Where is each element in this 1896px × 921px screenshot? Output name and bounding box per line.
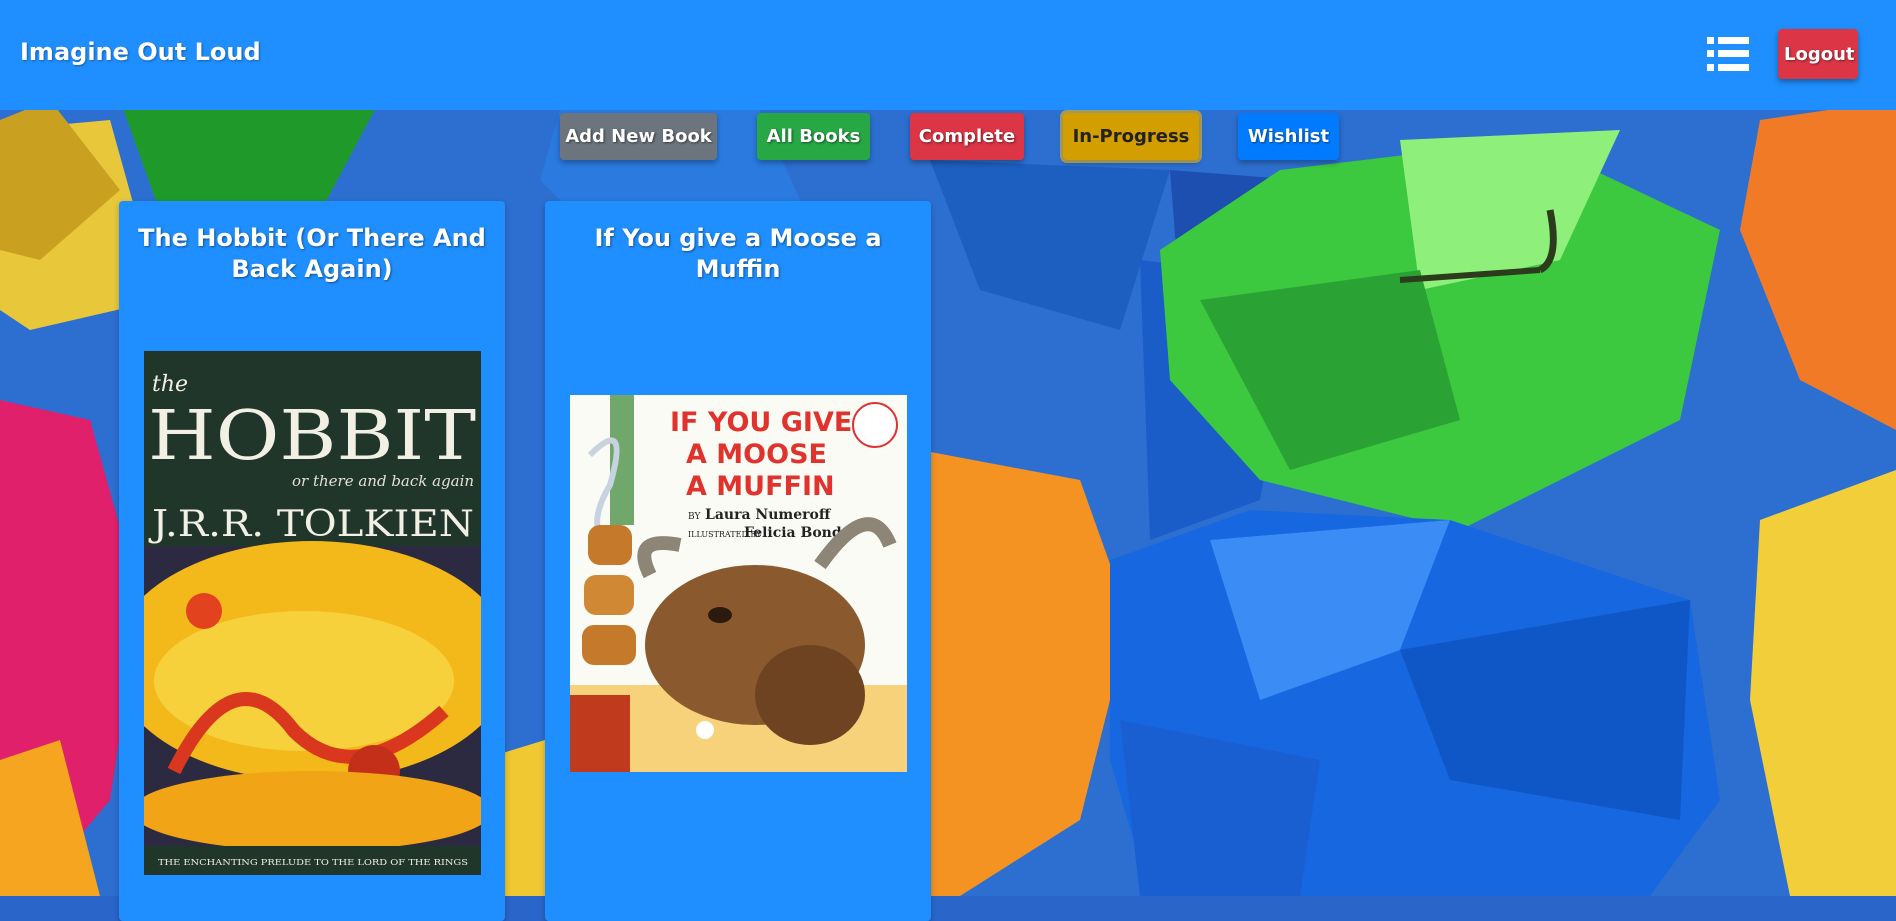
book-cover-image[interactable]: the HOBBIT or there and back again J.R.R… <box>144 351 481 875</box>
all-books-button[interactable]: All Books <box>757 113 870 160</box>
cover-title-line-3: A MUFFIN <box>686 471 835 502</box>
cover-by-text: BY <box>688 512 701 522</box>
add-new-book-button[interactable]: Add New Book <box>560 113 717 160</box>
book-card[interactable]: If You give a Moose a Muffin IF YOU GIVE… <box>545 201 931 921</box>
cover-title-text: HOBBIT <box>148 397 476 476</box>
book-card[interactable]: The Hobbit (Or There And Back Again) the… <box>119 201 505 921</box>
logout-button[interactable]: Logout <box>1778 29 1858 79</box>
cover-the-text: the <box>152 372 188 397</box>
filter-button-bar: Add New Book All Books Complete In-Progr… <box>0 113 1896 163</box>
book-title: If You give a Moose a Muffin <box>594 224 882 283</box>
book-cover-image[interactable]: IF YOU GIVE A MOOSE A MUFFIN BY Laura Nu… <box>570 395 907 772</box>
cover-author-text: Laura Numeroff <box>705 507 832 523</box>
cover-subtitle-text: or there and back again <box>292 472 474 490</box>
cover-title-line-2: A MOOSE <box>686 439 827 470</box>
cover-title-line-1: IF YOU GIVE <box>670 407 852 438</box>
wishlist-button[interactable]: Wishlist <box>1238 113 1339 160</box>
book-title: The Hobbit (Or There And Back Again) <box>138 224 486 283</box>
in-progress-button[interactable]: In-Progress <box>1063 113 1199 160</box>
cover-tagline-text: THE ENCHANTING PRELUDE TO THE LORD OF TH… <box>158 858 468 868</box>
brand-link[interactable]: Imagine Out Loud <box>20 38 261 66</box>
hamburger-list-icon[interactable] <box>1707 37 1749 71</box>
cover-author-text: J.R.R. TOLKIEN <box>148 504 474 545</box>
complete-button[interactable]: Complete <box>910 113 1024 160</box>
navbar: Imagine Out Loud Logout <box>0 0 1896 110</box>
cover-illustrator-text: Felicia Bond <box>744 525 842 541</box>
